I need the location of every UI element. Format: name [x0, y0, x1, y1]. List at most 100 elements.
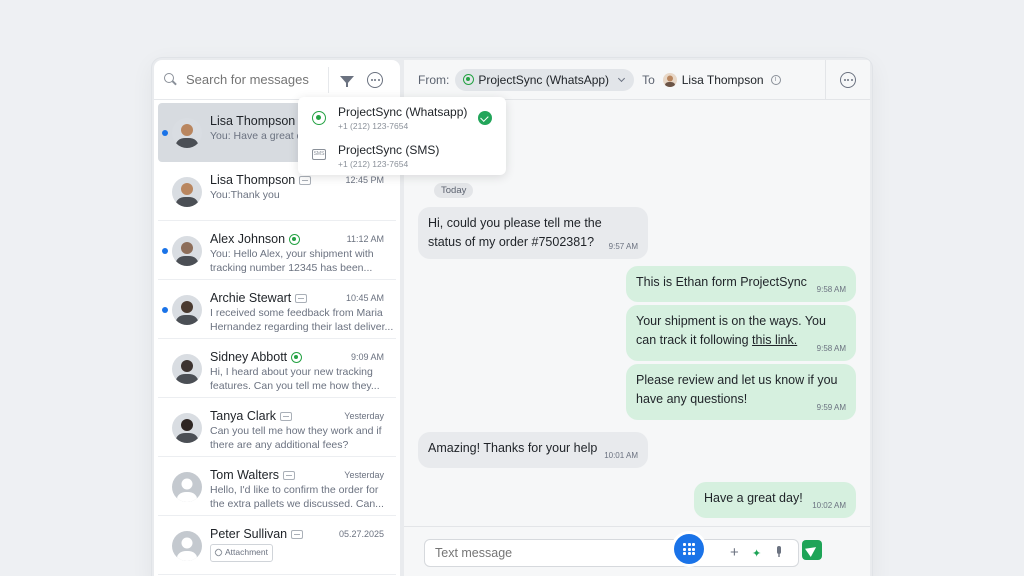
to-value: Lisa Thompson [681, 72, 764, 87]
message-text: Please review and let us know if you hav… [636, 373, 838, 406]
option-phone: +1 (212) 123-7654 [338, 121, 409, 131]
contact-name: Peter Sullivan [210, 527, 304, 541]
info-icon[interactable]: i [770, 74, 781, 85]
divider [825, 59, 826, 100]
check-icon [478, 111, 492, 125]
timestamp: 9:09 AM [350, 352, 384, 362]
unread-indicator [162, 248, 168, 254]
option-name: ProjectSync (Whatsapp) [338, 105, 468, 119]
conversation-item[interactable]: Peter Sullivan 05.27.2025 Attachment [158, 516, 396, 575]
message-input[interactable] [435, 546, 685, 560]
paperclip-icon [213, 547, 224, 558]
from-dropdown: ProjectSync (Whatsapp) +1 (212) 123-7654… [298, 97, 506, 175]
from-value: ProjectSync (WhatsApp) [478, 72, 610, 87]
conversation-item[interactable]: Alex Johnson 11:12 AM You: Hello Alex, y… [158, 221, 396, 280]
timestamp: 12:45 PM [345, 175, 384, 185]
message-time: 10:02 AM [812, 501, 846, 510]
sms-icon [299, 175, 312, 185]
timestamp: Yesterday [344, 411, 384, 421]
timestamp: 11:12 AM [346, 234, 384, 244]
mic-icon[interactable] [775, 546, 783, 561]
timestamp: 10:45 AM [345, 293, 384, 303]
incoming-message: Amazing! Thanks for your help 10:01 AM [418, 432, 648, 468]
timestamp: Yesterday [344, 470, 384, 480]
message-time: 9:59 AM [816, 403, 846, 412]
whatsapp-icon [291, 351, 303, 363]
app-window: Lisa Thompson 12:45 PM You: Have a great… [152, 58, 872, 576]
attachment-label: Attachment [225, 547, 268, 557]
outgoing-message: Please review and let us know if you hav… [626, 364, 856, 420]
avatar [662, 72, 677, 87]
message-text: Hi, could you please tell me the status … [428, 216, 602, 249]
conversation-item[interactable]: Tom Walters Yesterday Hello, I'd like to… [158, 457, 396, 516]
message-preview: You:Thank you [210, 189, 394, 203]
chat-header: From: ProjectSync (WhatsApp) To Lisa Tho… [404, 59, 870, 100]
message-link[interactable]: this link. [752, 333, 797, 347]
contact-name-text: Alex Johnson [210, 232, 286, 246]
more-icon[interactable] [840, 71, 856, 88]
preview-text: I received some feedback from Maria Hern… [210, 307, 394, 333]
date-divider: Today [434, 183, 474, 198]
conversation-item[interactable]: Archie Stewart 10:45 AM I received some … [158, 280, 396, 339]
composer: + ✦ [404, 526, 870, 576]
search-bar [154, 60, 400, 100]
incoming-message: Hi, could you please tell me the status … [418, 207, 648, 259]
avatar [172, 177, 202, 207]
avatar [172, 472, 202, 502]
unread-indicator [162, 307, 168, 313]
divider [328, 66, 329, 93]
avatar [172, 118, 202, 148]
contact-name: Tom Walters [210, 468, 295, 482]
sms-icon: SMS [312, 149, 326, 160]
to-label: To [642, 72, 655, 87]
sms-icon [295, 293, 308, 303]
avatar [172, 295, 202, 325]
message-time: 10:01 AM [604, 451, 638, 460]
apps-grid-button[interactable] [674, 534, 704, 564]
message-preview: Hi, I heard about your new tracking feat… [210, 366, 394, 393]
contact-name-text: Lisa Thompson [210, 173, 296, 187]
contact-name-text: Sidney Abbott [210, 350, 288, 364]
sms-icon [291, 529, 304, 539]
from-selector[interactable]: ProjectSync (WhatsApp) [455, 68, 635, 91]
contact-name-text: Tanya Clark [210, 409, 276, 423]
to-contact[interactable]: Lisa Thompson i [662, 72, 781, 87]
contact-name-text: Tom Walters [210, 468, 279, 482]
conversation-item[interactable]: Tanya Clark Yesterday Can you tell me ho… [158, 398, 396, 457]
send-button[interactable] [802, 540, 822, 560]
avatar [172, 531, 202, 561]
filter-icon[interactable] [337, 70, 357, 90]
conversation-item[interactable]: Sidney Abbott 9:09 AM Hi, I heard about … [158, 339, 396, 398]
message-text: Your shipment is on the ways. You can tr… [636, 314, 826, 347]
contact-name: Lisa Thompson [210, 114, 311, 128]
contact-name: Alex Johnson [210, 232, 301, 246]
whatsapp-icon [463, 74, 475, 85]
chevron-up-icon [618, 74, 626, 82]
sparkle-icon[interactable]: ✦ [752, 547, 761, 560]
message-preview: Hello, I'd like to confirm the order for… [210, 484, 394, 511]
preview-text: Can you tell me how they work and if the… [210, 425, 382, 451]
dropdown-option[interactable]: ProjectSync (Whatsapp) +1 (212) 123-7654 [298, 99, 506, 137]
message-time: 9:58 AM [816, 285, 846, 294]
outgoing-message: Have a great day! 10:02 AM [694, 482, 856, 518]
contact-name: Lisa Thompson [210, 173, 312, 187]
message-preview: I received some feedback from Maria Hern… [210, 307, 394, 334]
unread-indicator [162, 130, 168, 136]
contact-name-text: Lisa Thompson [210, 114, 296, 128]
search-input[interactable] [186, 72, 322, 87]
contact-name: Archie Stewart [210, 291, 308, 305]
option-phone: +1 (212) 123-7654 [338, 159, 409, 169]
dropdown-option[interactable]: SMS ProjectSync (SMS) +1 (212) 123-7654 [298, 137, 506, 175]
message-preview: Can you tell me how they work and if the… [210, 425, 394, 452]
message-text: Have a great day! [704, 491, 803, 505]
message-preview: You: Hello Alex, your shipment with trac… [210, 248, 394, 275]
sms-icon [280, 411, 292, 421]
plus-icon[interactable]: + [730, 544, 739, 561]
attachment-badge: Attachment [210, 544, 273, 562]
message-time: 9:58 AM [816, 344, 846, 353]
message-input-box: + ✦ [424, 539, 799, 567]
preview-text: Hello, I'd like to confirm the order for… [210, 484, 384, 510]
preview-text: You: Hello Alex, your shipment with trac… [210, 248, 374, 274]
more-icon[interactable] [367, 71, 383, 88]
avatar [172, 413, 202, 443]
